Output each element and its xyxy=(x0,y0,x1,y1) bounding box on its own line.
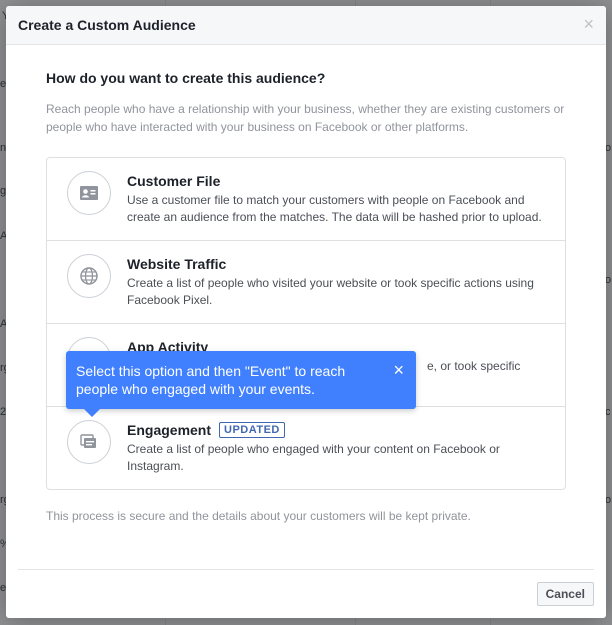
contact-card-icon xyxy=(67,171,111,215)
globe-icon xyxy=(67,254,111,298)
updated-badge: UPDATED xyxy=(219,422,285,438)
engagement-icon xyxy=(67,420,111,464)
option-title: Engagement UPDATED xyxy=(127,422,285,438)
dialog-header: Create a Custom Audience × xyxy=(6,6,606,45)
option-title: Website Traffic xyxy=(127,256,227,272)
tooltip-text: Select this option and then "Event" to r… xyxy=(76,363,346,397)
tooltip-close-icon[interactable]: × xyxy=(393,361,404,379)
option-customer-file[interactable]: Customer File Use a customer file to mat… xyxy=(47,158,565,241)
option-website-traffic[interactable]: Website Traffic Create a list of people … xyxy=(47,241,565,324)
option-description: Create a list of people who engaged with… xyxy=(127,442,500,473)
cancel-button[interactable]: Cancel xyxy=(536,582,594,606)
option-description: Use a customer file to match your custom… xyxy=(127,193,542,224)
option-description: Create a list of people who visited your… xyxy=(127,276,534,307)
option-engagement[interactable]: Engagement UPDATED Create a list of peopl… xyxy=(47,407,565,489)
dialog-title: Create a Custom Audience xyxy=(18,17,196,33)
dialog-close-icon[interactable]: × xyxy=(583,15,594,33)
engagement-hint-tooltip: Select this option and then "Event" to r… xyxy=(66,351,416,417)
audience-question: How do you want to create this audience? xyxy=(46,70,326,86)
option-description: e, or took specific xyxy=(427,359,521,373)
option-title: Customer File xyxy=(127,173,221,189)
audience-source-options: Customer File Use a customer file to mat… xyxy=(46,157,566,490)
option-title-text: Engagement xyxy=(127,422,212,438)
audience-intro-text: Reach people who have a relationship wit… xyxy=(46,102,565,134)
privacy-note: This process is secure and the details a… xyxy=(46,509,471,523)
footer-divider xyxy=(18,569,594,570)
create-custom-audience-dialog: Create a Custom Audience × How do you wa… xyxy=(6,6,606,618)
tooltip-arrow xyxy=(84,409,100,417)
